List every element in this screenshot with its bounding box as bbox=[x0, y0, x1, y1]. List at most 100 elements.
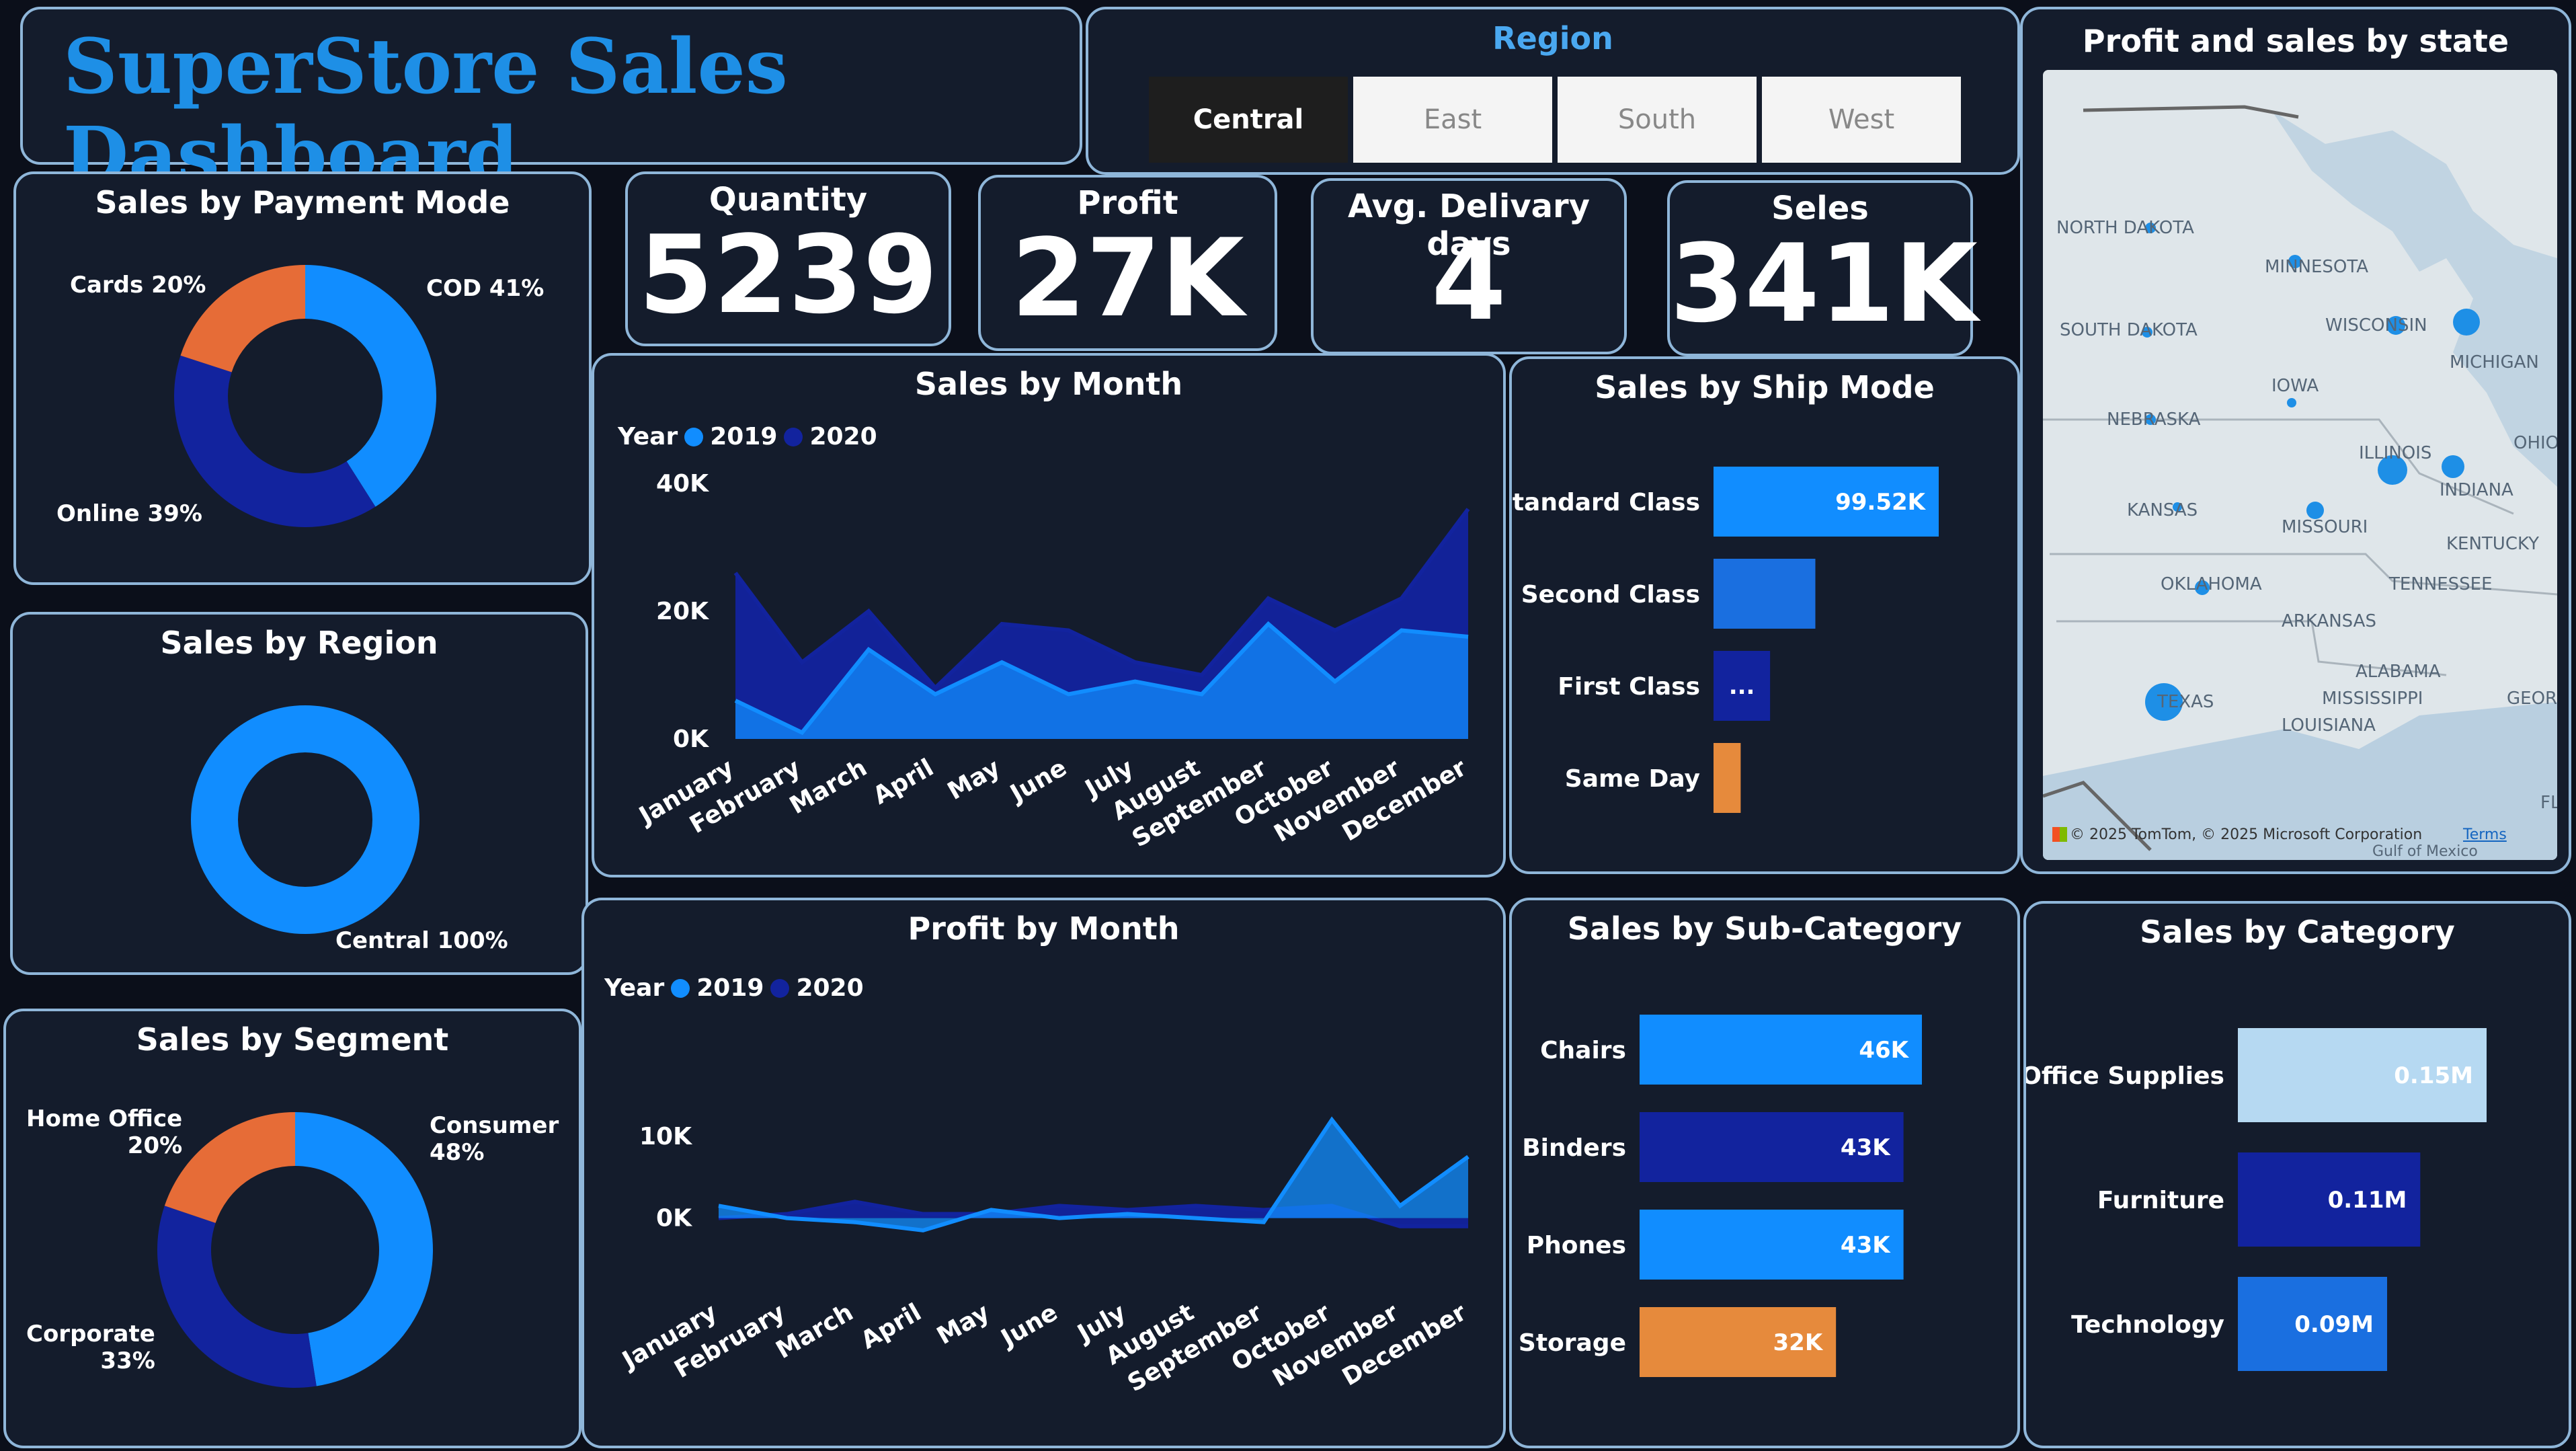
sub-category-chart: Chairs 46K Binders 43K Phones 43K Storage 32K bbox=[1519, 1015, 1922, 1377]
slicer-option-west[interactable]: West bbox=[1762, 77, 1961, 163]
map-label: NORTH DAKOTA bbox=[2056, 218, 2194, 238]
x-tick-label: May bbox=[943, 754, 1005, 806]
segment-panel: Sales by Segment Home Office 20% Consume… bbox=[3, 1009, 581, 1448]
map-label: KANSAS bbox=[2127, 500, 2198, 520]
category-chart: Office Supplies 0.15M Furniture 0.11M Techno… bbox=[2026, 1028, 2487, 1371]
category-label: Same Day bbox=[1565, 765, 1700, 793]
kpi-profit-value: 27K bbox=[1011, 215, 1244, 341]
map-label: Gulf of Mexico bbox=[2372, 843, 2478, 860]
slicer-option-label: Central bbox=[1193, 104, 1304, 135]
map-label: MISSOURI bbox=[2282, 517, 2368, 537]
map-label: FLO bbox=[2540, 793, 2557, 813]
map-label: WISCONSIN bbox=[2325, 315, 2427, 336]
y-tick-label: 10K bbox=[639, 1123, 692, 1150]
region-label-central: Central 100% bbox=[335, 927, 508, 954]
kpi-sales-card: Seles 341K bbox=[1667, 180, 1978, 356]
data-label: ... bbox=[1729, 673, 1755, 700]
slicer-option-label: West bbox=[1828, 104, 1895, 135]
map-label: GEORGIA bbox=[2507, 689, 2557, 709]
map-panel: Profit and sales by state NORTH DAKOTA M… bbox=[2020, 7, 2571, 874]
x-tick-label: May bbox=[932, 1298, 994, 1350]
slicer-option-south[interactable]: South bbox=[1558, 77, 1757, 163]
slicer-option-central[interactable]: Central bbox=[1149, 77, 1348, 163]
map-terms-link[interactable]: Terms bbox=[2463, 826, 2507, 843]
payment-label-cod: COD 41% bbox=[426, 275, 545, 302]
ship-mode-chart: Standard Class 99.52K Second Class First Cl… bbox=[1512, 467, 1939, 813]
region-slicer: Region Central East South West bbox=[1086, 7, 2020, 175]
segment-label-home-office: Home Office 20% bbox=[26, 1105, 183, 1159]
profit-month-chart: 10K0KJanuaryFebruaryMarchApril May June Jul… bbox=[616, 1116, 1472, 1397]
kpi-quantity-card: Quantity 5239 bbox=[625, 171, 951, 346]
kpi-delivery-value: 4 bbox=[1431, 219, 1506, 344]
category-label: Furniture bbox=[2097, 1187, 2224, 1214]
slice-consumer bbox=[295, 1112, 434, 1386]
sub-category-panel: Sales by Sub-Category Chairs 46K Binders 43… bbox=[1509, 898, 2020, 1448]
x-tick-label: March bbox=[785, 754, 872, 820]
map-label: ARKANSAS bbox=[2282, 611, 2376, 631]
map-bubble bbox=[2287, 398, 2296, 407]
kpi-profit-card: Profit 27K bbox=[978, 175, 1277, 351]
sales-month-panel: Sales by Month Year 2019 2020 40K 20K 0K Ja… bbox=[592, 353, 1506, 877]
map-bubble bbox=[2453, 309, 2480, 336]
data-label: 43K bbox=[1841, 1232, 1891, 1259]
x-tick-label: June bbox=[995, 1298, 1062, 1354]
map-canvas[interactable]: NORTH DAKOTA MINNESOTA SOUTH DAKOTA WISC… bbox=[2043, 70, 2557, 860]
map-attribution: © 2025 TomTom, © 2025 Microsoft Corporat… bbox=[2070, 826, 2423, 843]
country-border bbox=[2083, 105, 2299, 119]
map-label: ILLINOIS bbox=[2359, 443, 2432, 463]
data-label: 43K bbox=[1841, 1134, 1891, 1161]
y-tick-label: 0K bbox=[673, 726, 709, 753]
microsoft-logo-icon bbox=[2052, 827, 2067, 842]
x-tick-label: June bbox=[1004, 754, 1072, 809]
map-label: OKLAHOMA bbox=[2161, 574, 2262, 594]
map-title: Profit and sales by state bbox=[2082, 23, 2509, 59]
map-label: LOUISIANA bbox=[2282, 715, 2376, 736]
payment-label-online: Online 39% bbox=[56, 500, 202, 527]
y-tick-label: 0K bbox=[656, 1205, 692, 1232]
category-label: Phones bbox=[1527, 1232, 1626, 1259]
map-label: MICHIGAN bbox=[2450, 352, 2539, 372]
segment-donut bbox=[157, 1112, 434, 1388]
map-label: IOWA bbox=[2271, 376, 2319, 396]
map-label: INDIANA bbox=[2440, 480, 2513, 500]
category-label: Binders bbox=[1522, 1134, 1626, 1162]
x-tick-label: March bbox=[772, 1298, 858, 1364]
map-label: ALABAMA bbox=[2356, 662, 2441, 682]
ship-mode-panel: Sales by Ship Mode Standard Class 99.52K S… bbox=[1509, 356, 2020, 874]
slicer-option-east[interactable]: East bbox=[1353, 77, 1552, 163]
region-panel: Sales by Region Central 100% bbox=[10, 612, 588, 975]
kpi-delivery-card: Avg. Delivary days 4 bbox=[1311, 178, 1627, 354]
map-svg bbox=[2043, 105, 2557, 860]
category-label: Storage bbox=[1519, 1329, 1626, 1357]
slice-online bbox=[174, 355, 376, 527]
data-label: 99.52K bbox=[1835, 489, 1927, 516]
data-label: 46K bbox=[1859, 1037, 1909, 1064]
x-tick-label: April bbox=[869, 754, 938, 810]
great-lakes-shape bbox=[2271, 110, 2557, 487]
title-panel: SuperStore Sales Dashboard bbox=[20, 7, 1082, 199]
slicer-option-label: South bbox=[1617, 104, 1697, 135]
map-label: KENTUCKY bbox=[2446, 534, 2539, 554]
payment-mode-panel: Sales by Payment Mode Cards 20% COD 41% … bbox=[13, 171, 592, 585]
x-tick-label: April bbox=[856, 1298, 926, 1355]
slice-cod bbox=[305, 265, 436, 507]
category-label: Standard Class bbox=[1512, 489, 1700, 516]
map-label: MISSISSIPPI bbox=[2322, 689, 2423, 709]
sales-month-chart: 40K20K0KJanuaryFebruaryMarchApril May June… bbox=[633, 470, 1472, 853]
category-panel: Sales by Category Office Supplies 0.15M Fu… bbox=[2023, 901, 2571, 1448]
bar-second-class bbox=[1714, 559, 1816, 629]
kpi-sales-value: 341K bbox=[1670, 221, 1978, 346]
payment-label-cards: Cards 20% bbox=[70, 272, 206, 299]
map-label: MINNESOTA bbox=[2265, 257, 2369, 277]
slice-corporate bbox=[157, 1206, 317, 1388]
slice-home bbox=[164, 1112, 295, 1223]
y-tick-label: 40K bbox=[656, 470, 709, 498]
slice-central bbox=[191, 705, 419, 934]
map-bubble bbox=[2442, 455, 2464, 478]
slicer-option-label: East bbox=[1423, 104, 1482, 135]
data-label: 0.15M bbox=[2394, 1062, 2473, 1089]
data-label: 0.11M bbox=[2328, 1187, 2407, 1214]
map-label: TEXAS bbox=[2157, 692, 2214, 712]
region-slicer-title: Region bbox=[1492, 20, 1613, 56]
profit-month-panel: Profit by Month Year 2019 2020 10K 0K Janu… bbox=[581, 898, 1506, 1448]
